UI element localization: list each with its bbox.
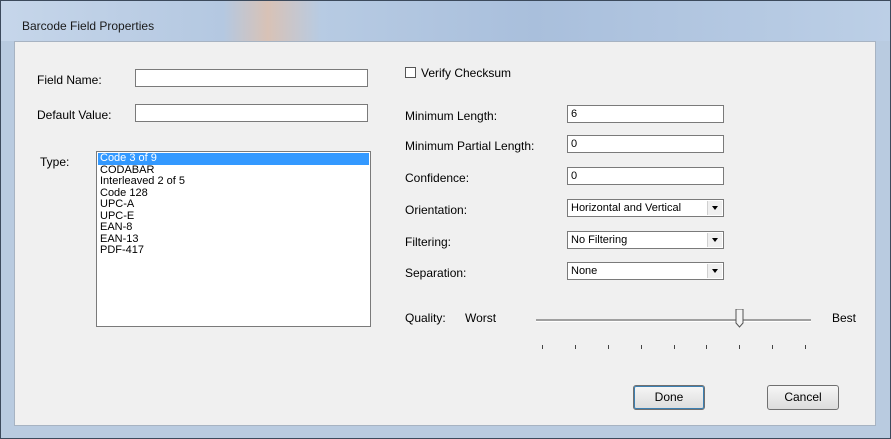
min-length-input[interactable]: 6 — [567, 105, 724, 123]
slider-tick — [739, 345, 740, 349]
list-item-code-3-of-9[interactable]: Code 3 of 9 — [98, 152, 369, 165]
list-item-ean-8[interactable]: EAN-8 — [98, 221, 369, 234]
slider-tick — [772, 345, 773, 349]
separation-select[interactable]: None — [567, 262, 724, 280]
list-item-code-128[interactable]: Code 128 — [98, 187, 369, 200]
slider-tick — [674, 345, 675, 349]
title-bar[interactable]: Barcode Field Properties — [1, 1, 890, 41]
chevron-down-icon[interactable] — [707, 264, 722, 278]
list-item-upc-a[interactable]: UPC-A — [98, 198, 369, 211]
filtering-value: No Filtering — [571, 234, 628, 246]
window-title: Barcode Field Properties — [22, 19, 155, 33]
slider-tick — [575, 345, 576, 349]
min-partial-length-input[interactable]: 0 — [567, 135, 724, 153]
slider-tick — [805, 345, 806, 349]
quality-slider-track[interactable] — [536, 319, 811, 322]
orientation-value: Horizontal and Vertical — [571, 202, 682, 214]
slider-tick — [542, 345, 543, 349]
field-name-label: Field Name: — [37, 73, 102, 87]
type-label: Type: — [40, 155, 70, 169]
type-listbox[interactable]: Code 3 of 9 CODABAR Interleaved 2 of 5 C… — [96, 151, 371, 327]
confidence-label: Confidence: — [405, 171, 470, 185]
slider-tick — [641, 345, 642, 349]
slider-tick — [608, 345, 609, 349]
confidence-input[interactable]: 0 — [567, 167, 724, 185]
quality-min-label: Worst — [465, 311, 497, 325]
default-value-label: Default Value: — [37, 108, 112, 122]
verify-checksum-label: Verify Checksum — [421, 66, 512, 80]
separation-value: None — [571, 265, 598, 277]
filtering-label: Filtering: — [405, 235, 452, 249]
done-button[interactable]: Done — [633, 385, 705, 410]
quality-label: Quality: — [405, 311, 446, 325]
quality-max-label: Best — [832, 311, 857, 325]
separation-label: Separation: — [405, 266, 467, 280]
list-item-upc-e[interactable]: UPC-E — [98, 210, 369, 223]
list-item-pdf-417[interactable]: PDF-417 — [98, 244, 369, 257]
field-name-input[interactable] — [135, 69, 368, 87]
quality-slider-thumb[interactable] — [735, 309, 744, 328]
cancel-button[interactable]: Cancel — [767, 385, 839, 410]
verify-checksum-checkbox[interactable] — [405, 67, 416, 78]
list-item-interleaved-2-of-5[interactable]: Interleaved 2 of 5 — [98, 175, 369, 188]
min-partial-length-label: Minimum Partial Length: — [405, 139, 535, 153]
chevron-down-icon[interactable] — [707, 201, 722, 215]
slider-tick — [706, 345, 707, 349]
min-length-label: Minimum Length: — [405, 109, 498, 123]
orientation-label: Orientation: — [405, 203, 468, 217]
default-value-input[interactable] — [135, 104, 368, 122]
orientation-select[interactable]: Horizontal and Vertical — [567, 199, 724, 217]
chevron-down-icon[interactable] — [707, 233, 722, 247]
filtering-select[interactable]: No Filtering — [567, 231, 724, 249]
